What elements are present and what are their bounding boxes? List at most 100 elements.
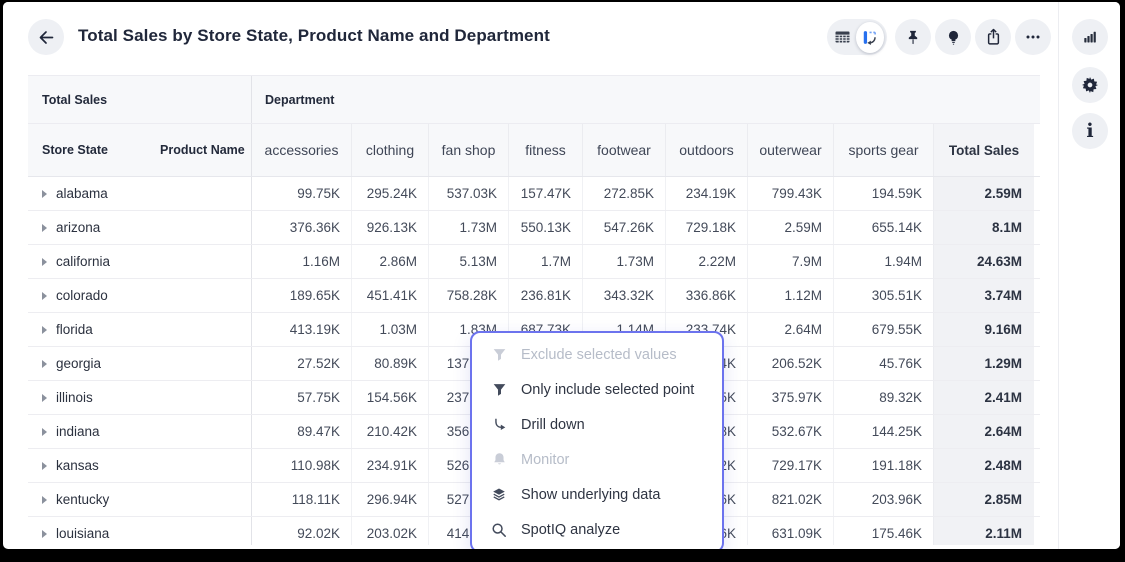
cell-louisiana-outerwear[interactable]: 631.09K bbox=[747, 517, 833, 545]
cell-indiana-sports-gear[interactable]: 144.25K bbox=[833, 415, 933, 448]
menu-item-show-underlying-data[interactable]: Show underlying data bbox=[472, 477, 722, 512]
cell-colorado-footwear[interactable]: 343.32K bbox=[582, 279, 665, 312]
row-expander-louisiana[interactable]: louisiana bbox=[28, 517, 251, 545]
cell-alabama-total[interactable]: 2.59M bbox=[933, 177, 1040, 210]
column-header-footwear[interactable]: footwear bbox=[582, 124, 665, 176]
store-state-header[interactable]: Store State bbox=[28, 124, 160, 176]
cell-illinois-outerwear[interactable]: 375.97K bbox=[747, 381, 833, 414]
cell-california-fitness[interactable]: 1.7M bbox=[508, 245, 582, 278]
row-expander-kansas[interactable]: kansas bbox=[28, 449, 251, 482]
cell-colorado-total[interactable]: 3.74M bbox=[933, 279, 1040, 312]
cell-louisiana-total[interactable]: 2.11M bbox=[933, 517, 1040, 545]
cell-louisiana-accessories[interactable]: 92.02K bbox=[251, 517, 351, 545]
cell-colorado-outerwear[interactable]: 1.12M bbox=[747, 279, 833, 312]
cell-arizona-footwear[interactable]: 547.26K bbox=[582, 211, 665, 244]
pin-button[interactable] bbox=[895, 19, 931, 55]
product-name-header[interactable]: Product Name bbox=[160, 124, 251, 176]
cell-illinois-accessories[interactable]: 57.75K bbox=[251, 381, 351, 414]
cell-california-accessories[interactable]: 1.16M bbox=[251, 245, 351, 278]
column-header-fitness[interactable]: fitness bbox=[508, 124, 582, 176]
column-header-outdoors[interactable]: outdoors bbox=[665, 124, 747, 176]
cell-arizona-fitness[interactable]: 550.13K bbox=[508, 211, 582, 244]
cell-georgia-clothing[interactable]: 80.89K bbox=[351, 347, 428, 380]
cell-colorado-outdoors[interactable]: 336.86K bbox=[665, 279, 747, 312]
row-expander-colorado[interactable]: colorado bbox=[28, 279, 251, 312]
menu-item-spotiq-analyze[interactable]: SpotIQ analyze bbox=[472, 512, 722, 547]
cell-illinois-total[interactable]: 2.41M bbox=[933, 381, 1040, 414]
cell-california-footwear[interactable]: 1.73M bbox=[582, 245, 665, 278]
table-view-button[interactable] bbox=[830, 23, 856, 51]
cell-illinois-clothing[interactable]: 154.56K bbox=[351, 381, 428, 414]
row-expander-florida[interactable]: florida bbox=[28, 313, 251, 346]
row-expander-california[interactable]: california bbox=[28, 245, 251, 278]
cell-kentucky-outerwear[interactable]: 821.02K bbox=[747, 483, 833, 516]
column-header-accessories[interactable]: accessories bbox=[251, 124, 351, 176]
cell-illinois-sports-gear[interactable]: 89.32K bbox=[833, 381, 933, 414]
column-header-sports-gear[interactable]: sports gear bbox=[833, 124, 933, 176]
cell-arizona-outerwear[interactable]: 2.59M bbox=[747, 211, 833, 244]
cell-california-sports-gear[interactable]: 1.94M bbox=[833, 245, 933, 278]
cell-florida-total[interactable]: 9.16M bbox=[933, 313, 1040, 346]
cell-colorado-fan-shop[interactable]: 758.28K bbox=[428, 279, 508, 312]
insights-button[interactable] bbox=[935, 19, 971, 55]
cell-indiana-total[interactable]: 2.64M bbox=[933, 415, 1040, 448]
cell-kentucky-accessories[interactable]: 118.11K bbox=[251, 483, 351, 516]
cell-alabama-footwear[interactable]: 272.85K bbox=[582, 177, 665, 210]
row-expander-arizona[interactable]: arizona bbox=[28, 211, 251, 244]
cell-alabama-clothing[interactable]: 295.24K bbox=[351, 177, 428, 210]
cell-alabama-fan-shop[interactable]: 537.03K bbox=[428, 177, 508, 210]
cell-kansas-total[interactable]: 2.48M bbox=[933, 449, 1040, 482]
cell-georgia-outerwear[interactable]: 206.52K bbox=[747, 347, 833, 380]
menu-item-drill-down[interactable]: Drill down bbox=[472, 407, 722, 442]
cell-colorado-sports-gear[interactable]: 305.51K bbox=[833, 279, 933, 312]
cell-georgia-sports-gear[interactable]: 45.76K bbox=[833, 347, 933, 380]
chart-view-button[interactable] bbox=[856, 22, 884, 53]
cell-alabama-accessories[interactable]: 99.75K bbox=[251, 177, 351, 210]
cell-alabama-outerwear[interactable]: 799.43K bbox=[747, 177, 833, 210]
cell-california-total[interactable]: 24.63M bbox=[933, 245, 1040, 278]
cell-kentucky-sports-gear[interactable]: 203.96K bbox=[833, 483, 933, 516]
info-button[interactable]: i bbox=[1072, 113, 1108, 149]
cell-florida-accessories[interactable]: 413.19K bbox=[251, 313, 351, 346]
cell-arizona-fan-shop[interactable]: 1.73M bbox=[428, 211, 508, 244]
column-header-fan-shop[interactable]: fan shop bbox=[428, 124, 508, 176]
cell-california-clothing[interactable]: 2.86M bbox=[351, 245, 428, 278]
cell-florida-clothing[interactable]: 1.03M bbox=[351, 313, 428, 346]
cell-california-outdoors[interactable]: 2.22M bbox=[665, 245, 747, 278]
cell-kentucky-total[interactable]: 2.85M bbox=[933, 483, 1040, 516]
cell-alabama-outdoors[interactable]: 234.19K bbox=[665, 177, 747, 210]
cell-california-outerwear[interactable]: 7.9M bbox=[747, 245, 833, 278]
menu-item-only-include-selected-point[interactable]: Only include selected point bbox=[472, 372, 722, 407]
cell-arizona-sports-gear[interactable]: 655.14K bbox=[833, 211, 933, 244]
cell-indiana-outerwear[interactable]: 532.67K bbox=[747, 415, 833, 448]
cell-indiana-clothing[interactable]: 210.42K bbox=[351, 415, 428, 448]
column-header-outerwear[interactable]: outerwear bbox=[747, 124, 833, 176]
cell-colorado-clothing[interactable]: 451.41K bbox=[351, 279, 428, 312]
cell-colorado-fitness[interactable]: 236.81K bbox=[508, 279, 582, 312]
cell-florida-sports-gear[interactable]: 679.55K bbox=[833, 313, 933, 346]
column-header-total-sales[interactable]: Total Sales bbox=[933, 124, 1040, 176]
cell-kentucky-clothing[interactable]: 296.94K bbox=[351, 483, 428, 516]
cell-louisiana-sports-gear[interactable]: 175.46K bbox=[833, 517, 933, 545]
cell-georgia-accessories[interactable]: 27.52K bbox=[251, 347, 351, 380]
cell-florida-outerwear[interactable]: 2.64M bbox=[747, 313, 833, 346]
cell-arizona-total[interactable]: 8.1M bbox=[933, 211, 1040, 244]
cell-arizona-clothing[interactable]: 926.13K bbox=[351, 211, 428, 244]
cell-alabama-fitness[interactable]: 157.47K bbox=[508, 177, 582, 210]
more-options-button[interactable] bbox=[1015, 19, 1051, 55]
row-expander-kentucky[interactable]: kentucky bbox=[28, 483, 251, 516]
cell-colorado-accessories[interactable]: 189.65K bbox=[251, 279, 351, 312]
cell-arizona-outdoors[interactable]: 729.18K bbox=[665, 211, 747, 244]
cell-alabama-sports-gear[interactable]: 194.59K bbox=[833, 177, 933, 210]
cell-kansas-clothing[interactable]: 234.91K bbox=[351, 449, 428, 482]
cell-california-fan-shop[interactable]: 5.13M bbox=[428, 245, 508, 278]
cell-indiana-accessories[interactable]: 89.47K bbox=[251, 415, 351, 448]
cell-kansas-sports-gear[interactable]: 191.18K bbox=[833, 449, 933, 482]
cell-arizona-accessories[interactable]: 376.36K bbox=[251, 211, 351, 244]
row-expander-indiana[interactable]: indiana bbox=[28, 415, 251, 448]
row-expander-illinois[interactable]: illinois bbox=[28, 381, 251, 414]
settings-button[interactable] bbox=[1072, 67, 1108, 103]
row-expander-georgia[interactable]: georgia bbox=[28, 347, 251, 380]
column-header-clothing[interactable]: clothing bbox=[351, 124, 428, 176]
cell-kansas-accessories[interactable]: 110.98K bbox=[251, 449, 351, 482]
